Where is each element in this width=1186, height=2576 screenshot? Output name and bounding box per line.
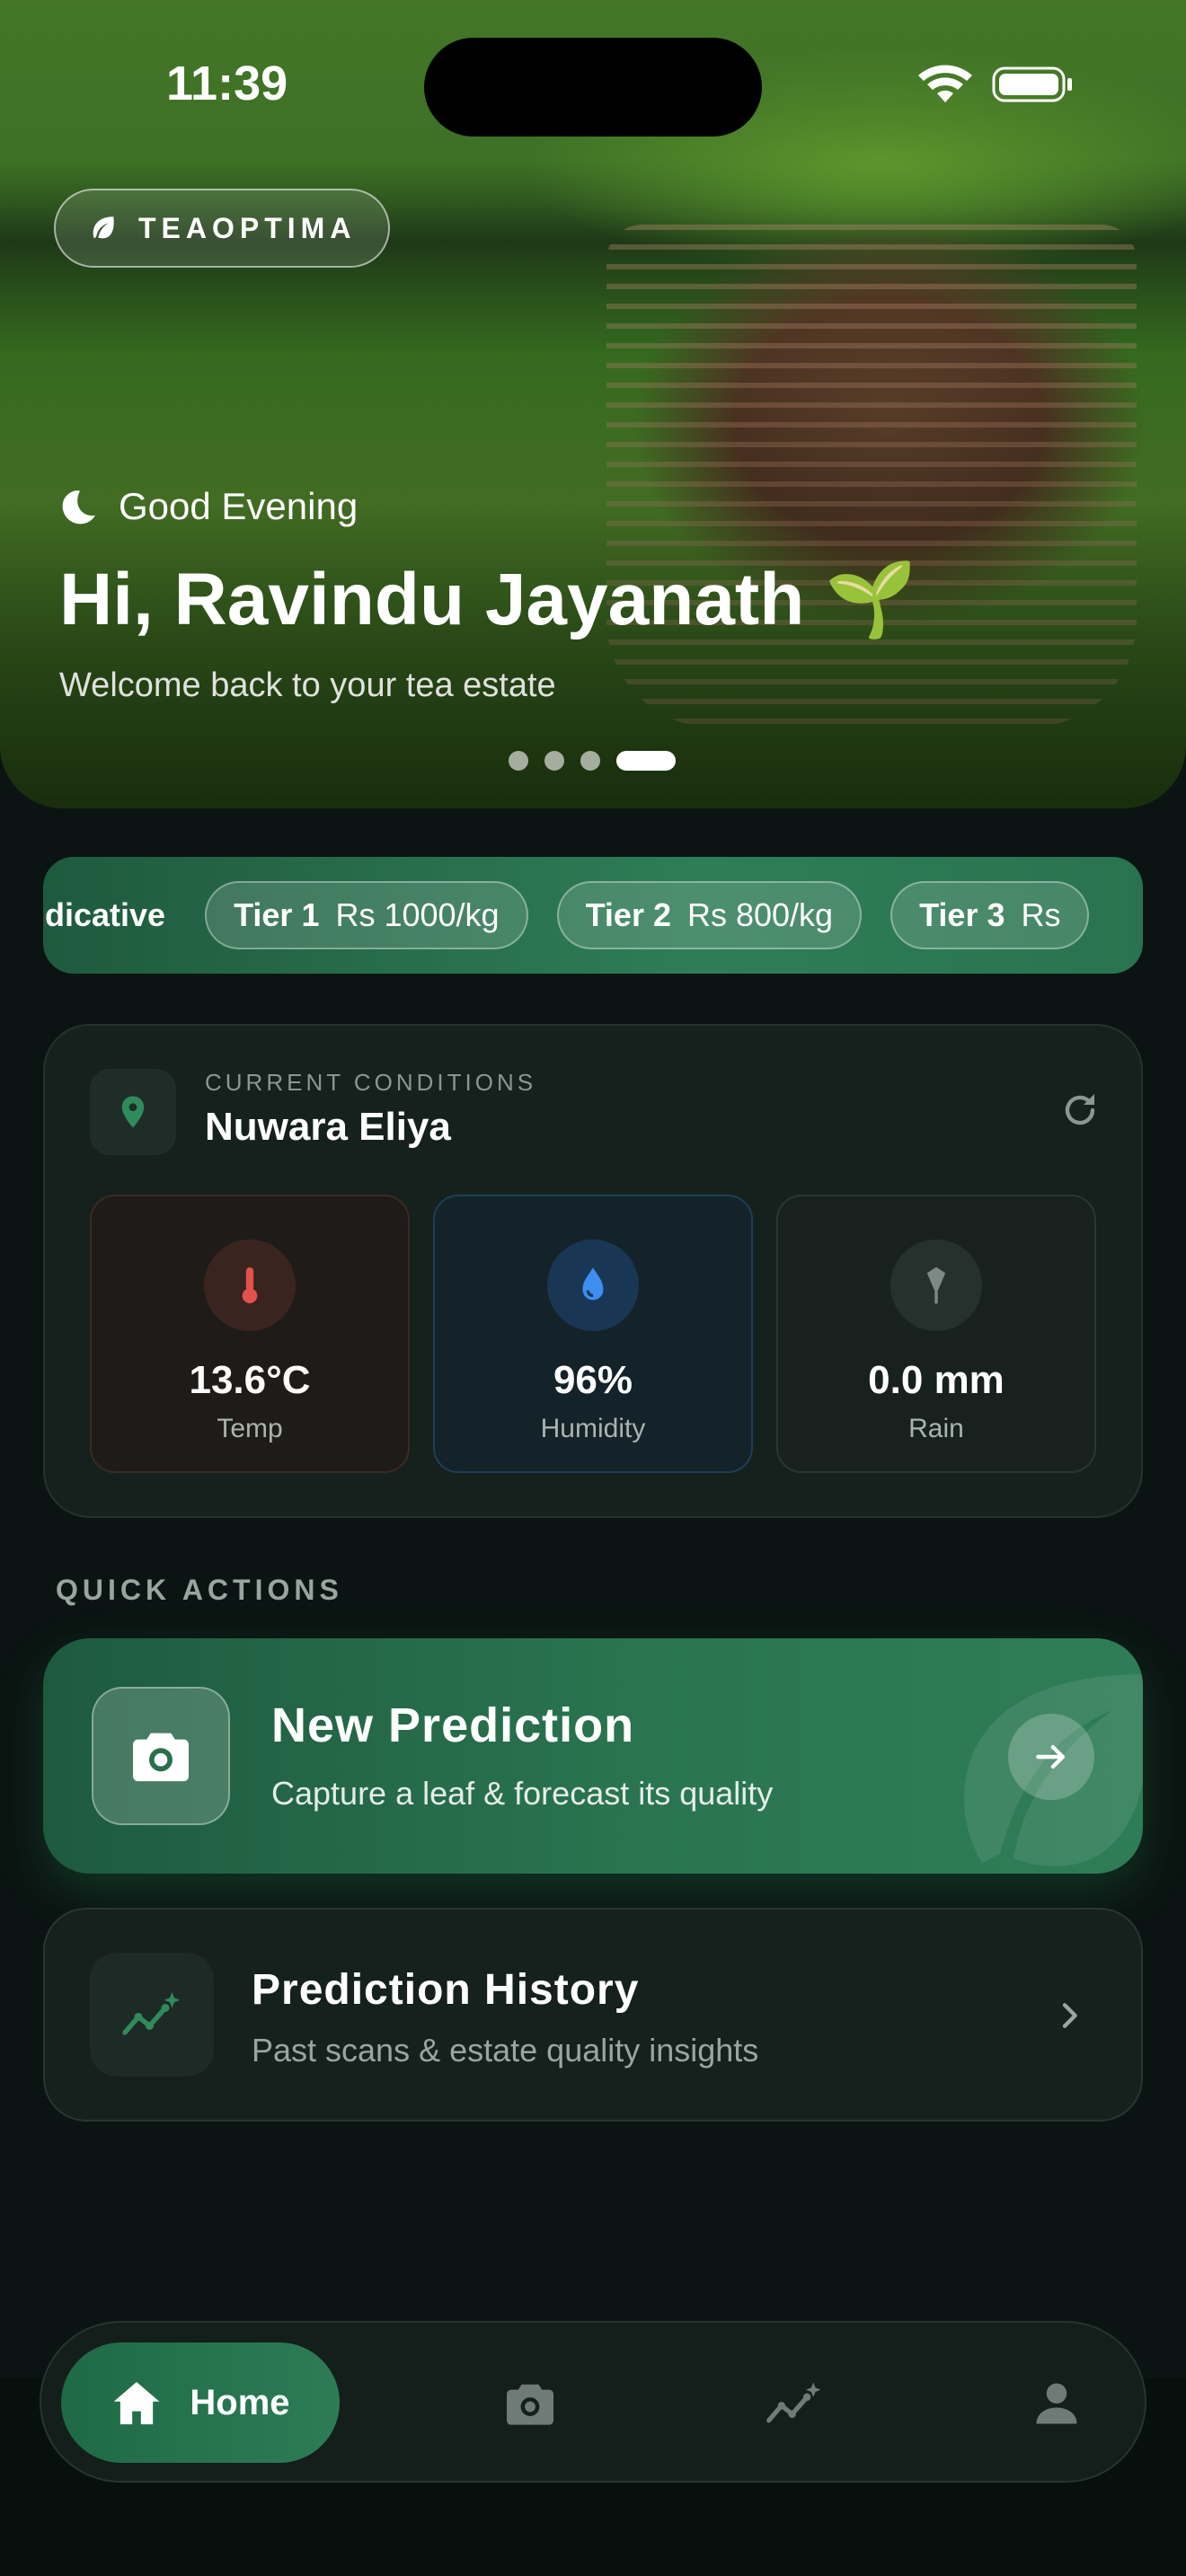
greeting-row: Good Evening <box>59 485 358 528</box>
tab-camera[interactable] <box>496 2369 564 2438</box>
carousel-dots[interactable] <box>509 751 676 771</box>
tab-analytics[interactable] <box>760 2369 828 2438</box>
moon-icon <box>62 490 95 525</box>
tier-chip: Tier 2 Rs 800/kg <box>556 881 863 949</box>
chevron-right-icon <box>1062 2003 1077 2028</box>
camera-icon <box>507 2384 553 2425</box>
metric-rain: 0.0 mm Rain <box>776 1195 1096 1473</box>
location-name: Nuwara Eliya <box>205 1105 451 1149</box>
battery-icon <box>992 66 1072 102</box>
carousel-dot[interactable] <box>580 751 600 771</box>
umbrella-closed-icon <box>890 1239 982 1331</box>
carousel-dot[interactable] <box>509 751 528 771</box>
status-time: 11:39 <box>166 57 288 110</box>
prediction-history-button[interactable]: Prediction History Past scans & estate q… <box>43 1908 1143 2122</box>
page-title: Hi, Ravindu Jayanath 🌱 <box>59 559 917 640</box>
brand-badge: TEAOPTIMA <box>54 189 390 268</box>
tier-chip: Tier 1 Rs 1000/kg <box>205 881 528 949</box>
analytics-icon <box>766 2382 821 2423</box>
refresh-icon[interactable] <box>1058 1089 1102 1132</box>
status-icons <box>918 65 1072 102</box>
conditions-label: CURRENT CONDITIONS <box>205 1069 537 1096</box>
tab-home-label: Home <box>190 2382 290 2422</box>
tier-chip: Tier 3 Rs <box>890 881 1090 949</box>
carousel-dot-active[interactable] <box>616 751 676 771</box>
metric-label: Humidity <box>540 1414 646 1443</box>
new-prediction-title: New Prediction <box>271 1698 635 1752</box>
quick-actions-heading: QUICK ACTIONS <box>56 1574 343 1606</box>
leaf-icon <box>93 216 114 239</box>
hero-banner: 11:39 TEAOPTIMA Good Evening Hi, Ravindu… <box>0 0 1186 808</box>
new-prediction-button[interactable]: New Prediction Capture a leaf & forecast… <box>43 1638 1143 1874</box>
wifi-icon <box>918 65 972 102</box>
prediction-history-title: Prediction History <box>252 1966 640 2014</box>
new-prediction-subtitle: Capture a leaf & forecast its quality <box>271 1775 774 1812</box>
arrow-right-icon <box>1008 1714 1094 1800</box>
thermometer-icon <box>204 1239 296 1331</box>
current-conditions-card: CURRENT CONDITIONS Nuwara Eliya 13.6°C T… <box>43 1024 1143 1518</box>
camera-icon <box>92 1687 230 1825</box>
location-pin-icon <box>90 1069 176 1155</box>
metric-label: Rain <box>908 1414 964 1443</box>
metric-value: 13.6°C <box>189 1358 311 1402</box>
brand-name: TEAOPTIMA <box>138 211 357 244</box>
carousel-dot[interactable] <box>544 751 564 771</box>
bottom-tab-bar: Home <box>40 2321 1146 2483</box>
metric-label: Temp <box>217 1414 283 1443</box>
water-drop-icon <box>547 1239 639 1331</box>
metric-temp: 13.6°C Temp <box>90 1195 410 1473</box>
tab-home[interactable]: Home <box>61 2342 340 2463</box>
metric-value: 0.0 mm <box>868 1358 1005 1402</box>
prediction-history-subtitle: Past scans & estate quality insights <box>252 2032 759 2069</box>
analytics-icon <box>90 1953 214 2077</box>
ticker-label: ndicative <box>43 896 166 933</box>
dynamic-island <box>424 38 762 137</box>
price-ticker[interactable]: ndicative Tier 1 Rs 1000/kg Tier 2 Rs 80… <box>43 857 1143 974</box>
tab-profile[interactable] <box>1022 2369 1091 2438</box>
metric-humidity: 96% Humidity <box>433 1195 753 1473</box>
home-icon <box>114 2382 160 2425</box>
page-subtitle: Welcome back to your tea estate <box>59 666 556 704</box>
profile-icon <box>1036 2383 1077 2424</box>
greeting-text: Good Evening <box>119 485 358 527</box>
metric-value: 96% <box>553 1358 633 1402</box>
